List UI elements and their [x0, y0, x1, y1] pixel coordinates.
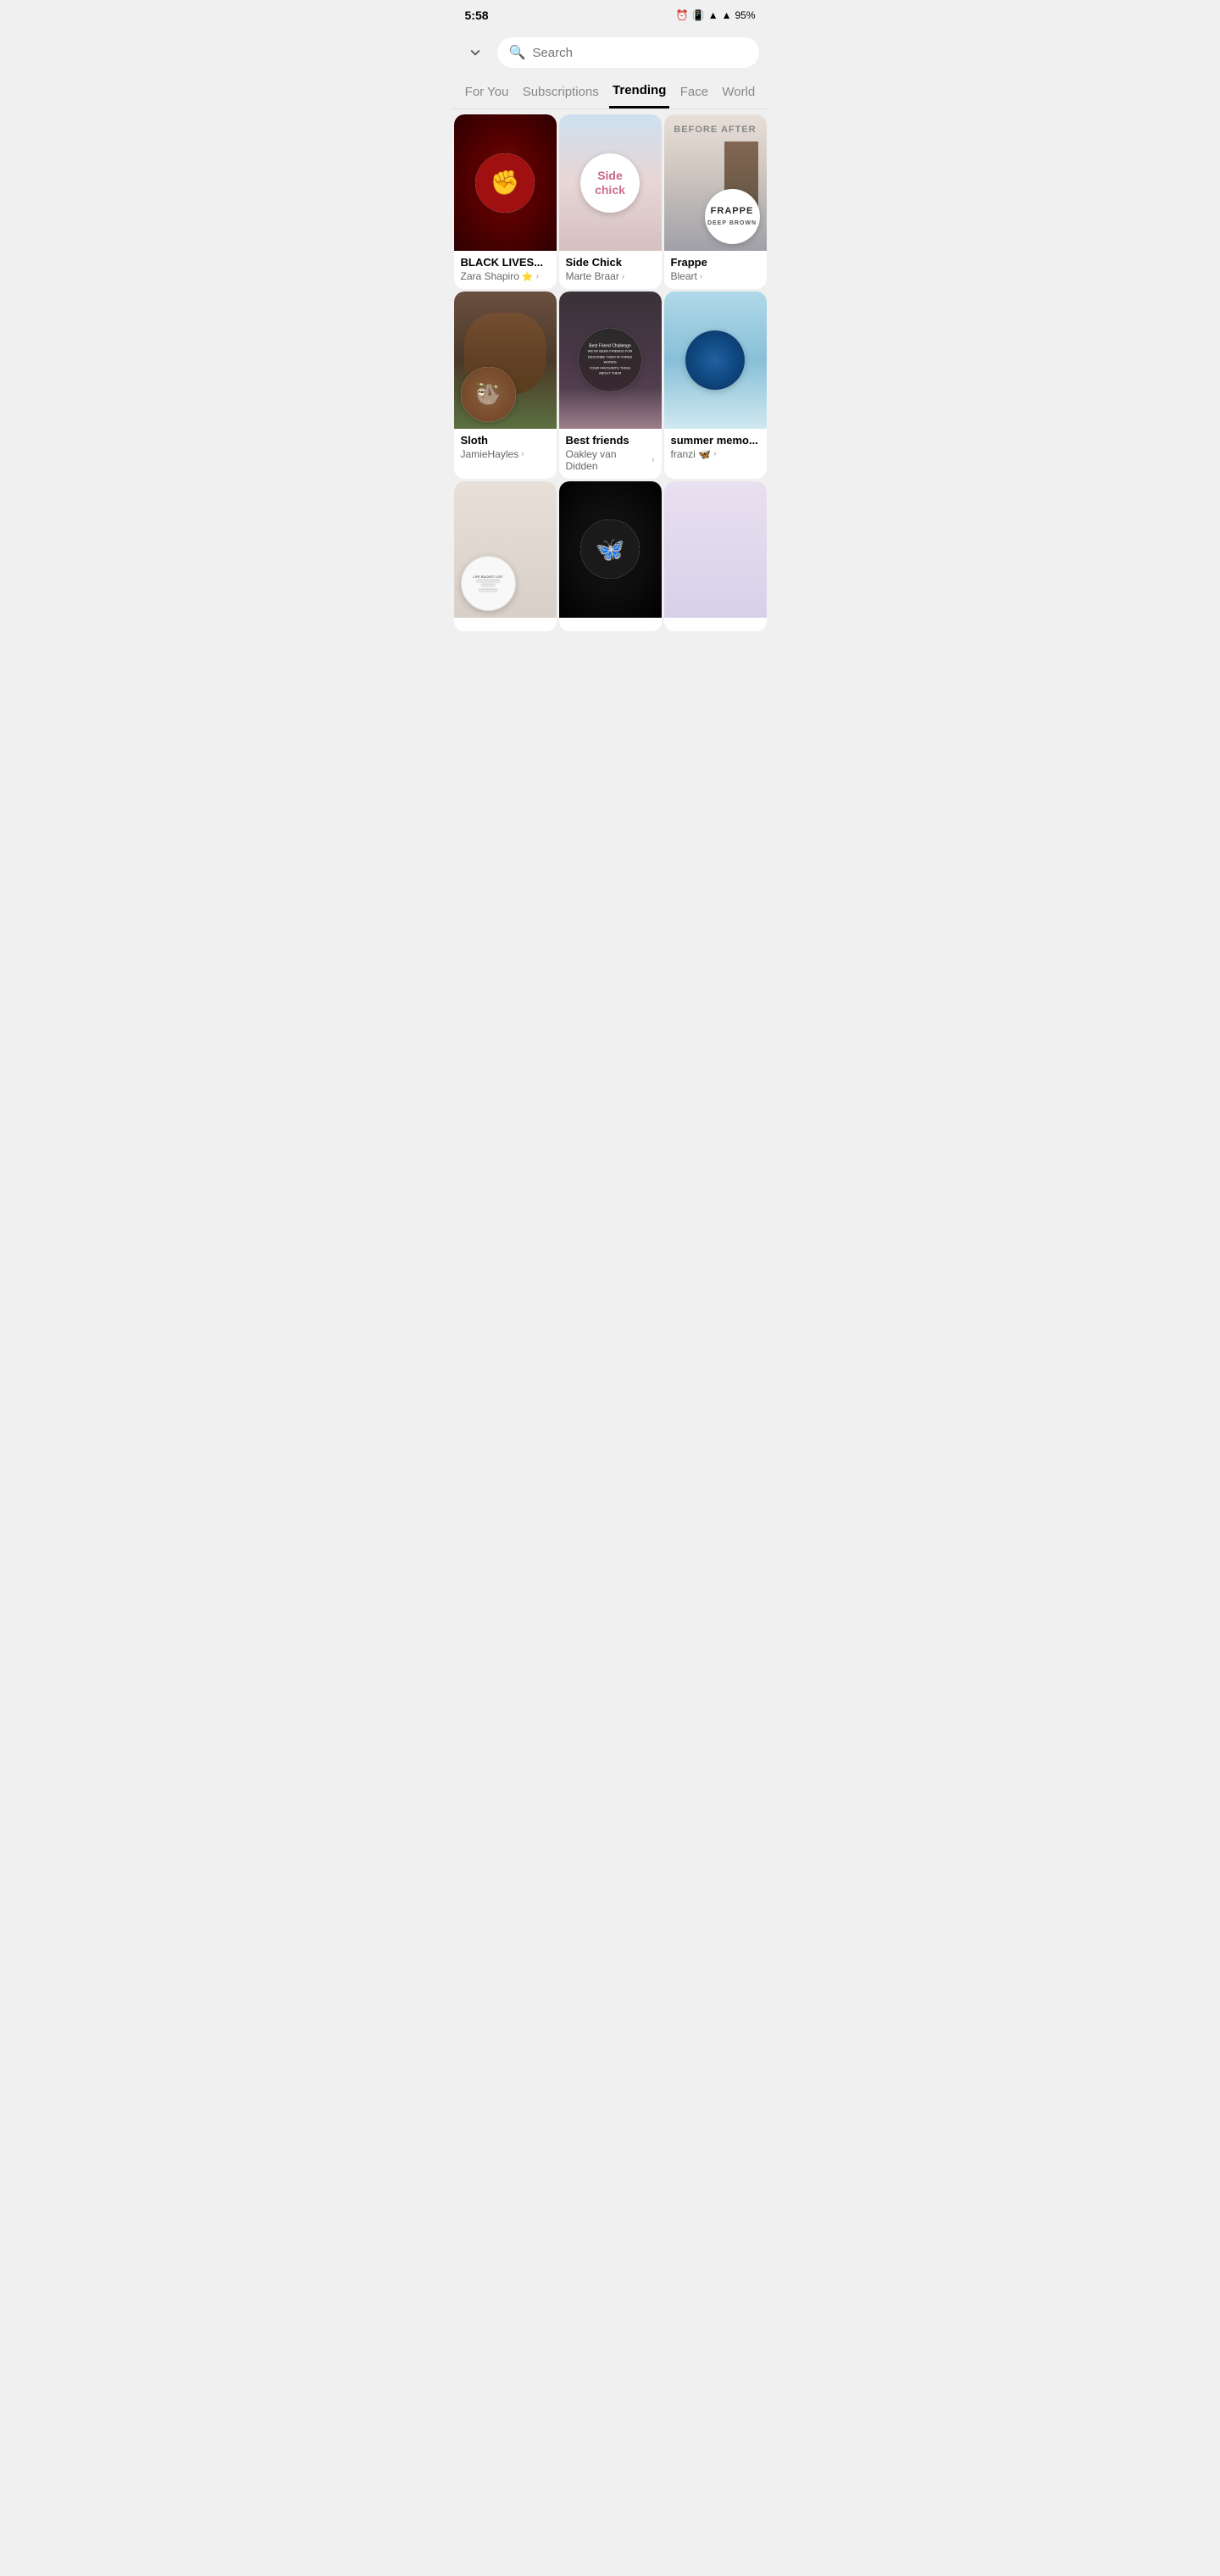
card-info-9	[664, 618, 767, 631]
card-sloth[interactable]: 🦥 Sloth JamieHayles ›	[454, 291, 557, 478]
card-9[interactable]	[664, 481, 767, 631]
back-button[interactable]	[462, 39, 489, 66]
search-input[interactable]	[532, 46, 746, 60]
card-info-sloth: Sloth JamieHayles ›	[454, 429, 557, 467]
search-area: 🔍	[452, 31, 769, 75]
vibrate-icon: 📳	[692, 9, 705, 21]
after-label: AFTER	[721, 125, 757, 135]
tab-subscriptions[interactable]: Subscriptions	[519, 85, 602, 108]
card-info-side-chick: Side Chick Marte Braar ›	[559, 251, 662, 289]
card-info-8	[559, 618, 662, 631]
card-8[interactable]: 🦋	[559, 481, 662, 631]
arrow-icon: ›	[652, 455, 654, 464]
arrow-icon: ›	[713, 449, 716, 458]
status-bar: 5:58 ⏰ 📳 ▲ ▲ 95%	[452, 0, 769, 31]
status-icons: ⏰ 📳 ▲ ▲ 95%	[676, 9, 756, 21]
frappe-text: FRAPPEDEEP BROWN	[707, 206, 757, 228]
card-info-summer-memo: summer memo... franzi 🦋 ›	[664, 429, 767, 467]
bfc-text: Best Friend Challenge WE'VE BEEN FRIENDS…	[584, 343, 637, 376]
card-title: Side Chick	[566, 256, 655, 269]
signal-icon: ▲	[722, 9, 732, 21]
sticker-ocean	[685, 330, 745, 390]
arrow-icon: ›	[521, 449, 524, 458]
tab-world[interactable]: World	[718, 85, 758, 108]
arrow-icon: ›	[622, 272, 624, 281]
sloth-mini: 🦥	[461, 367, 516, 422]
fist-icon: ✊	[475, 153, 535, 213]
card-info-best-friends: Best friends Oakley van Didden ›	[559, 429, 662, 479]
sticker-side-chick: Sidechick	[580, 153, 640, 213]
status-time: 5:58	[465, 8, 489, 22]
card-black-lives[interactable]: ✊ BLACK LIVES... Zara Shapiro ⭐ ›	[454, 114, 557, 289]
card-image-side-chick: Sidechick	[559, 114, 662, 251]
sticker-list: LIFE BUCKET LIST ░░░░░░░░░░ ░░░░░░ ░░░░░…	[461, 556, 516, 611]
butterfly-bg: 🦋	[580, 519, 640, 579]
side-chick-text: Sidechick	[595, 169, 625, 197]
card-best-friends[interactable]: Best Friend Challenge WE'VE BEEN FRIENDS…	[559, 291, 662, 478]
sticker-fist: ✊	[475, 153, 535, 213]
tab-for-you[interactable]: For You	[462, 85, 513, 108]
bfc-inner: Best Friend Challenge WE'VE BEEN FRIENDS…	[579, 328, 642, 391]
card-image-frappe: BEFORE AFTER FRAPPEDEEP BROWN	[664, 114, 767, 251]
alarm-icon: ⏰	[676, 9, 689, 21]
sticker-frappe: FRAPPEDEEP BROWN	[705, 189, 760, 244]
card-grid: ✊ BLACK LIVES... Zara Shapiro ⭐ › Sidech…	[452, 109, 769, 636]
card-title: BLACK LIVES...	[461, 256, 550, 269]
card-info-7	[454, 618, 557, 631]
verified-icon: ⭐	[522, 271, 534, 282]
card-author: Zara Shapiro ⭐ ›	[461, 270, 550, 282]
card-author: Marte Braar ›	[566, 270, 655, 282]
search-icon: 🔍	[509, 44, 526, 61]
card-author: JamieHayles ›	[461, 448, 550, 460]
nav-tabs: For You Subscriptions Trending Face Worl…	[452, 75, 769, 109]
tab-trending[interactable]: Trending	[609, 83, 669, 108]
sticker-butterfly: 🦋	[580, 519, 640, 579]
card-image-black-lives: ✊	[454, 114, 557, 251]
card-side-chick[interactable]: Sidechick Side Chick Marte Braar ›	[559, 114, 662, 289]
sticker-sloth: 🦥	[461, 367, 516, 422]
card-info-frappe: Frappe Bleart ›	[664, 251, 767, 289]
arrow-icon: ›	[700, 272, 702, 281]
card-info-black-lives: BLACK LIVES... Zara Shapiro ⭐ ›	[454, 251, 557, 289]
card-title: summer memo...	[671, 434, 760, 447]
card-author: Bleart ›	[671, 270, 760, 282]
card-frappe[interactable]: BEFORE AFTER FRAPPEDEEP BROWN Frappe Ble…	[664, 114, 767, 289]
card-image-9	[664, 481, 767, 618]
search-input-wrapper[interactable]: 🔍	[497, 37, 759, 68]
card-author: Oakley van Didden ›	[566, 448, 655, 472]
card-image-7: LIFE BUCKET LIST ░░░░░░░░░░ ░░░░░░ ░░░░░…	[454, 481, 557, 618]
card-image-best-friends: Best Friend Challenge WE'VE BEEN FRIENDS…	[559, 291, 662, 428]
card-author: franzi 🦋 ›	[671, 448, 760, 460]
bottom-blur	[559, 387, 662, 428]
card-image-sloth: 🦥	[454, 291, 557, 428]
battery-text: 95%	[735, 9, 755, 21]
before-label: BEFORE	[674, 125, 718, 135]
card-7[interactable]: LIFE BUCKET LIST ░░░░░░░░░░ ░░░░░░ ░░░░░…	[454, 481, 557, 631]
chevron-down-icon	[466, 43, 485, 62]
card-title: Best friends	[566, 434, 655, 447]
card-title: Sloth	[461, 434, 550, 447]
card-image-summer-memo	[664, 291, 767, 428]
tab-face[interactable]: Face	[677, 85, 712, 108]
card-summer-memo[interactable]: summer memo... franzi 🦋 ›	[664, 291, 767, 478]
card-title: Frappe	[671, 256, 760, 269]
arrow-icon: ›	[536, 272, 539, 281]
sticker-best-friends: Best Friend Challenge WE'VE BEEN FRIENDS…	[579, 328, 642, 391]
wifi-icon: ▲	[708, 9, 718, 21]
before-after-labels: BEFORE AFTER	[664, 125, 767, 135]
list-circle: LIFE BUCKET LIST ░░░░░░░░░░ ░░░░░░ ░░░░░…	[461, 556, 516, 611]
list-text: LIFE BUCKET LIST ░░░░░░░░░░ ░░░░░░ ░░░░░…	[473, 575, 502, 592]
card-image-8: 🦋	[559, 481, 662, 618]
